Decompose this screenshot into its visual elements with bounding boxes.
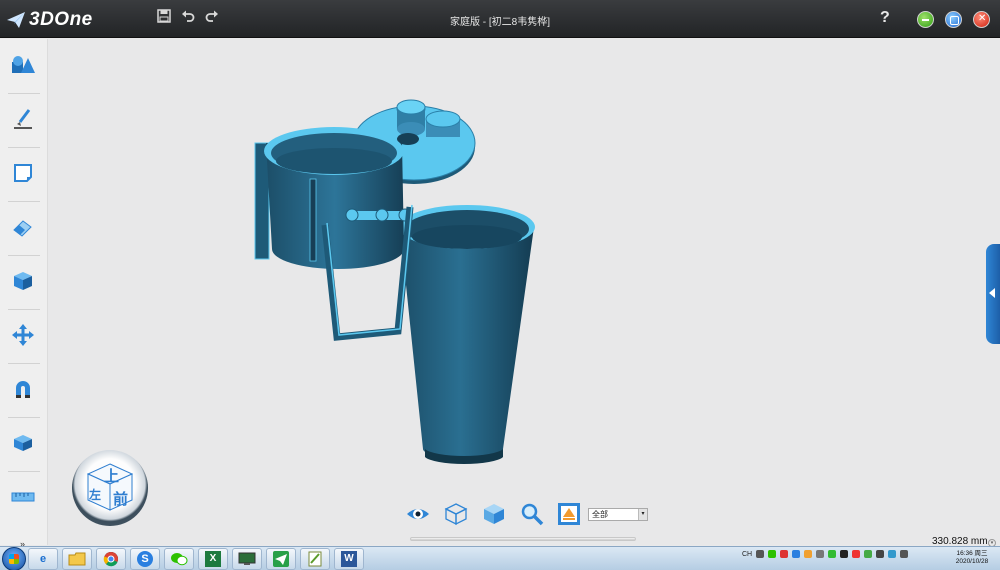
special-feature-cube-icon[interactable]: [9, 267, 37, 295]
monitor-app-icon[interactable]: [232, 548, 262, 570]
volume-icon[interactable]: [900, 550, 909, 558]
basic-solid-icon[interactable]: [9, 51, 37, 79]
3d-viewport[interactable]: [48, 39, 1000, 545]
help-button[interactable]: ?: [880, 9, 890, 27]
selection-filter-select[interactable]: 全部 ▾: [588, 508, 648, 521]
ie-icon[interactable]: e: [28, 548, 58, 570]
render-mode-icon[interactable]: [557, 502, 581, 526]
short-cup-part[interactable]: [254, 127, 414, 341]
left-toolbar: »: [0, 39, 48, 549]
wechat-icon[interactable]: [164, 548, 194, 570]
cube-icon: [86, 463, 134, 511]
measure-ruler-icon[interactable]: [9, 483, 37, 511]
clock-time: 16:36 周三: [956, 550, 988, 557]
excel-icon[interactable]: X: [198, 548, 228, 570]
folder-icon[interactable]: [62, 548, 92, 570]
taskbar: e S X W CH 16:36 周三 2020/10/28: [0, 546, 1000, 570]
chevron-down-icon[interactable]: ▾: [638, 509, 647, 520]
tray-app-icon[interactable]: [852, 550, 861, 558]
keyboard-icon[interactable]: [756, 550, 765, 558]
zoom-fit-icon[interactable]: [520, 502, 544, 526]
pen-holder-model[interactable]: [48, 39, 1000, 545]
solid-cube-icon[interactable]: [482, 502, 506, 526]
tray-app-icon[interactable]: [780, 550, 789, 558]
sogou-icon[interactable]: S: [130, 548, 160, 570]
notepad-icon[interactable]: [300, 548, 330, 570]
array-box-icon[interactable]: [9, 429, 37, 457]
input-method-indicator[interactable]: CH: [742, 551, 752, 558]
selection-filter-value: 全部: [592, 510, 608, 519]
system-tray: CH: [742, 550, 909, 558]
title-bar: 3DOne 家庭版 - [初二8韦隽桦] ?: [0, 0, 1000, 38]
move-arrows-icon[interactable]: [9, 321, 37, 349]
tray-app-icon[interactable]: [816, 550, 825, 558]
tray-app-icon[interactable]: [876, 550, 885, 558]
word-icon[interactable]: W: [334, 548, 364, 570]
sketch-pen-icon[interactable]: [9, 105, 37, 133]
horizontal-slider[interactable]: [410, 537, 636, 541]
clock-date: 2020/10/28: [955, 558, 989, 565]
tray-app-icon[interactable]: [804, 550, 813, 558]
cube-top-label[interactable]: 上: [104, 465, 119, 486]
tray-app-icon[interactable]: [792, 550, 801, 558]
side-panel-toggle[interactable]: [986, 244, 1000, 344]
tray-app-icon[interactable]: [864, 550, 873, 558]
chrome-icon[interactable]: [96, 548, 126, 570]
view-cube[interactable]: 上 前 左: [72, 450, 148, 526]
wireframe-cube-icon[interactable]: [444, 502, 468, 526]
maximize-button[interactable]: [945, 11, 962, 28]
sketch-edit-icon[interactable]: [9, 159, 37, 187]
network-icon[interactable]: [888, 550, 897, 558]
eye-icon[interactable]: [406, 502, 430, 526]
cube-front-label[interactable]: 前: [113, 488, 128, 509]
start-button[interactable]: [2, 547, 26, 570]
taskbar-clock[interactable]: 16:36 周三 2020/10/28: [950, 550, 994, 566]
magnet-combine-icon[interactable]: [9, 375, 37, 403]
minimize-button[interactable]: [917, 11, 934, 28]
feature-eraser-icon[interactable]: [9, 213, 37, 241]
close-button[interactable]: [973, 11, 990, 28]
tray-app-icon[interactable]: [768, 550, 777, 558]
penguin-icon[interactable]: [840, 550, 849, 558]
window-title: 家庭版 - [初二8韦隽桦]: [449, 17, 550, 28]
tray-app-icon[interactable]: [828, 550, 837, 558]
tall-cup-part[interactable]: [399, 205, 535, 465]
cube-left-label[interactable]: 左: [89, 486, 101, 503]
3done-app-icon[interactable]: [266, 548, 296, 570]
